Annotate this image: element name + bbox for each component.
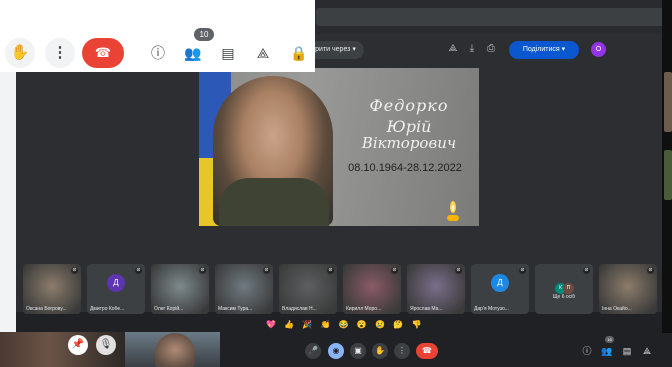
leave-call-button[interactable]: ☎ bbox=[416, 343, 438, 359]
browser-tab-strip bbox=[316, 8, 672, 26]
info-icon[interactable]: ⓘ bbox=[580, 344, 594, 358]
people-icon[interactable]: 👥 bbox=[600, 344, 614, 358]
participant-avatar: Д bbox=[107, 274, 125, 292]
print-icon[interactable]: ⎙ bbox=[484, 42, 498, 56]
participant-name: Владислав Н... bbox=[282, 306, 317, 312]
profile-avatar[interactable]: О bbox=[591, 42, 606, 57]
participant-tile[interactable]: ⊘ Інна Окайо... bbox=[599, 264, 657, 314]
muted-mic-icon: ⊘ bbox=[583, 267, 590, 274]
muted-mic-icon: ⊘ bbox=[263, 267, 270, 274]
reaction-bar[interactable]: 💖 👍 🎉 👏 😂 😮 😢 🤔 👎 bbox=[266, 320, 424, 329]
camera-icon[interactable]: ◉ bbox=[328, 343, 344, 359]
mic-icon[interactable]: 🎤 bbox=[305, 343, 321, 359]
participant-name: Інна Окайо... bbox=[602, 306, 632, 312]
muted-mic-icon: ⊘ bbox=[327, 267, 334, 274]
more-options-icon[interactable]: ⋮ bbox=[394, 343, 410, 359]
more-options-button[interactable]: ⋮ bbox=[45, 38, 75, 68]
participant-tile[interactable]: ⊘ Максим Тура... bbox=[215, 264, 273, 314]
portrait-shirt bbox=[219, 178, 329, 226]
muted-mic-icon: ⊘ bbox=[519, 267, 526, 274]
participant-name: Максим Тура... bbox=[218, 306, 253, 312]
download-icon[interactable]: ⤓ bbox=[465, 42, 479, 56]
participant-tile[interactable]: ⊘ Оксана Богрову... bbox=[23, 264, 81, 314]
participant-tile[interactable]: ⊘ Олег Корій... bbox=[151, 264, 209, 314]
right-tile-sliver bbox=[664, 150, 672, 200]
muted-mic-icon: ⊘ bbox=[391, 267, 398, 274]
participant-name: Ще 6 осіб bbox=[552, 294, 576, 300]
participant-photo bbox=[155, 333, 195, 367]
muted-mic-icon: ⊘ bbox=[71, 267, 78, 274]
raise-hand-button[interactable]: ✋ bbox=[5, 38, 35, 68]
slide-patronymic: Вікторович bbox=[361, 134, 457, 152]
participant-name: Олег Корій... bbox=[154, 306, 184, 312]
muted-mic-icon: ⊘ bbox=[455, 267, 462, 274]
participant-avatar: П bbox=[563, 283, 574, 294]
people-count-badge: 10 bbox=[194, 28, 214, 41]
chat-icon[interactable]: ▤ bbox=[620, 344, 634, 358]
raise-hand-icon[interactable]: ✋ bbox=[372, 343, 388, 359]
pin-icon[interactable]: 📌 bbox=[68, 335, 88, 355]
activities-icon[interactable]: ⟁ bbox=[252, 42, 274, 64]
add-to-drive-icon[interactable]: ⟁ bbox=[446, 42, 460, 56]
participant-name: Кирилл Моро... bbox=[346, 306, 382, 312]
participant-tile[interactable]: Д ⊘ Дар'я Мотузо... bbox=[471, 264, 529, 314]
host-controls-icon[interactable]: 🔒 bbox=[288, 42, 310, 64]
participant-tile[interactable]: К П ⊘ Ще 6 осіб bbox=[535, 264, 593, 314]
muted-mic-icon: ⊘ bbox=[135, 267, 142, 274]
people-count-badge: 16 bbox=[605, 336, 614, 343]
participant-tile[interactable]: ⊘ Владислав Н... bbox=[279, 264, 337, 314]
chat-icon[interactable]: ▤ bbox=[217, 42, 239, 64]
participant-tile[interactable]: ⊘ Ярослав Ма... bbox=[407, 264, 465, 314]
info-icon[interactable]: ⓘ bbox=[147, 42, 169, 64]
participant-name: Дмитро Кобе... bbox=[90, 306, 125, 312]
muted-mic-icon[interactable]: 🎙 bbox=[96, 335, 116, 355]
participant-tile[interactable]: Д ⊘ Дмитро Кобе... bbox=[87, 264, 145, 314]
memorial-slide: Федорко Юрій Вікторович 08.10.1964-28.12… bbox=[199, 68, 479, 226]
candle-icon bbox=[447, 201, 459, 221]
people-icon[interactable]: 👥 bbox=[182, 42, 204, 64]
activities-icon[interactable]: ⟁ bbox=[640, 344, 654, 358]
participant-name: Оксана Богрову... bbox=[26, 306, 67, 312]
share-button[interactable]: Поділитися ▾ bbox=[509, 41, 579, 59]
participant-name: Ярослав Ма... bbox=[410, 306, 443, 312]
muted-mic-icon: ⊘ bbox=[199, 267, 206, 274]
right-tile-sliver bbox=[664, 72, 672, 132]
participant-tile[interactable]: ⊘ Кирилл Моро... bbox=[343, 264, 401, 314]
muted-mic-icon: ⊘ bbox=[647, 267, 654, 274]
slide-surname: Федорко bbox=[369, 96, 449, 115]
more-participants-avatars: КП bbox=[555, 276, 574, 294]
participant-avatar: Д bbox=[491, 274, 509, 292]
slide-dates: 08.10.1964-28.12.2022 bbox=[348, 162, 462, 174]
participant-name: Дар'я Мотузо... bbox=[474, 306, 509, 312]
leave-call-button[interactable]: ☎ bbox=[82, 38, 124, 68]
present-icon[interactable]: ▣ bbox=[350, 343, 366, 359]
